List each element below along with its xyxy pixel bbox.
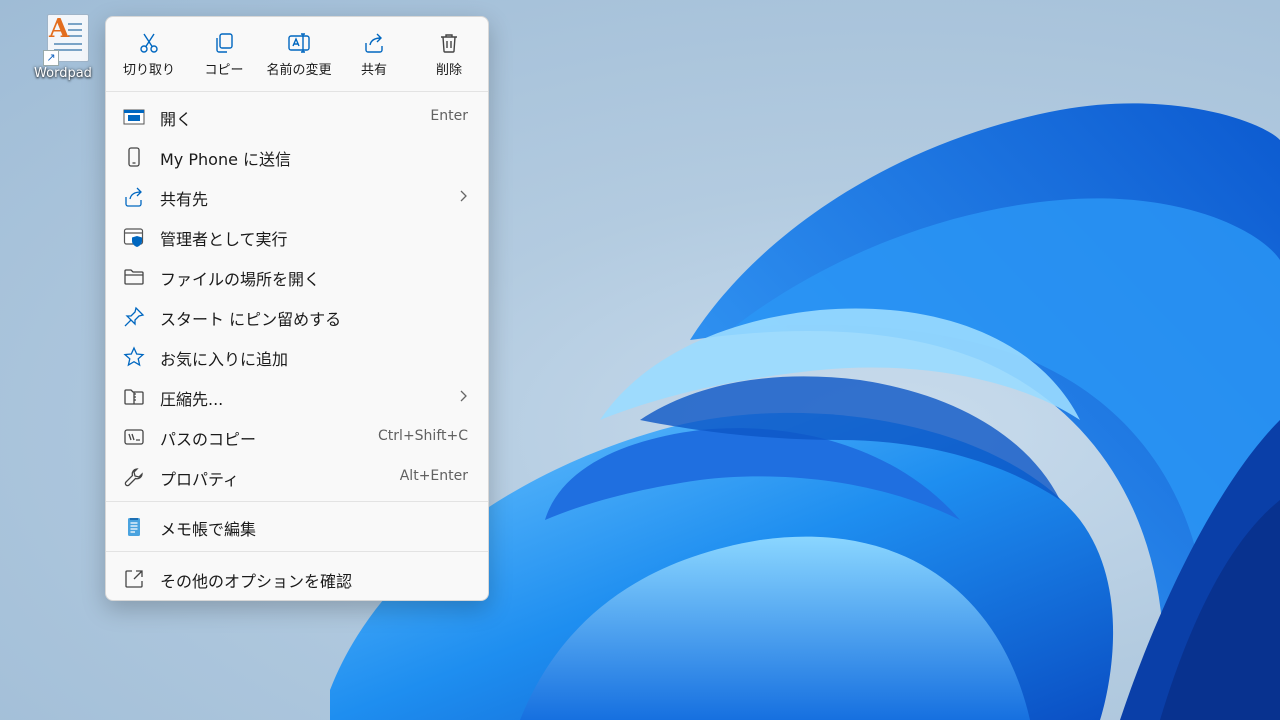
wordpad-desktop-icon[interactable]: A ↗ Wordpad bbox=[28, 12, 98, 81]
menu-item-edit-in-notepad[interactable]: メモ帳で編集 bbox=[112, 507, 482, 545]
menu-item-label: 開く bbox=[160, 110, 193, 129]
menu-item-add-to-favorites[interactable]: お気に入りに追加 bbox=[112, 337, 482, 375]
delete-label: 削除 bbox=[435, 63, 462, 78]
menu-item-label: 圧縮先... bbox=[160, 390, 224, 409]
menu-item-label: その他のオプションを確認 bbox=[160, 572, 353, 591]
more-options-icon bbox=[125, 570, 143, 588]
shortcut-label: Ctrl+Shift+C bbox=[378, 428, 468, 444]
wordpad-letter-icon: A bbox=[49, 14, 70, 44]
separator bbox=[106, 91, 488, 92]
menu-item-label: プロパティ bbox=[160, 470, 240, 489]
quick-actions-bar: 切り取り コピー 名前の変更 共有 削除 bbox=[106, 17, 488, 91]
menu-item-open[interactable]: 開く Enter bbox=[112, 97, 482, 135]
separator bbox=[106, 551, 488, 552]
desktop-icon-label: Wordpad bbox=[34, 66, 92, 81]
context-menu: 切り取り コピー 名前の変更 共有 削除 開く Enter My Phone に… bbox=[105, 16, 489, 601]
menu-item-share-to[interactable]: 共有先 bbox=[112, 177, 482, 215]
shortcut-arrow-icon: ↗ bbox=[43, 50, 59, 66]
wrench-icon bbox=[124, 468, 143, 487]
scissors-icon bbox=[140, 33, 158, 53]
cut-label: 切り取り bbox=[122, 63, 175, 78]
delete-button[interactable]: 削除 bbox=[411, 27, 487, 87]
share-icon bbox=[365, 33, 383, 53]
menu-item-label: スタート にピン留めする bbox=[160, 310, 342, 329]
menu-item-label: 管理者として実行 bbox=[160, 230, 288, 249]
shortcut-label: Enter bbox=[430, 108, 468, 124]
share-label: 共有 bbox=[360, 63, 387, 78]
share-to-icon bbox=[125, 187, 142, 207]
chevron-right-icon bbox=[460, 390, 467, 402]
menu-item-show-more-options[interactable]: その他のオプションを確認 bbox=[112, 559, 482, 597]
menu-item-open-file-location[interactable]: ファイルの場所を開く bbox=[112, 257, 482, 295]
menu-item-label: 共有先 bbox=[160, 190, 209, 209]
rename-label: 名前の変更 bbox=[266, 63, 332, 78]
menu-item-label: メモ帳で編集 bbox=[160, 520, 257, 539]
open-app-icon bbox=[123, 109, 145, 125]
folder-icon bbox=[124, 269, 144, 285]
copy-icon bbox=[216, 33, 233, 53]
menu-item-copy-path[interactable]: パスのコピー Ctrl+Shift+C bbox=[112, 417, 482, 455]
menu-item-pin-to-start[interactable]: スタート にピン留めする bbox=[112, 297, 482, 335]
menu-item-label: お気に入りに追加 bbox=[160, 350, 289, 369]
menu-item-label: ファイルの場所を開く bbox=[160, 270, 321, 289]
chevron-right-icon bbox=[460, 190, 467, 202]
shortcut-label: Alt+Enter bbox=[399, 468, 468, 484]
notepad-icon bbox=[128, 518, 140, 536]
copy-button[interactable]: コピー bbox=[186, 27, 262, 87]
admin-shield-icon bbox=[123, 228, 144, 247]
cut-button[interactable]: 切り取り bbox=[111, 27, 187, 87]
copy-label: コピー bbox=[204, 63, 244, 78]
menu-item-send-to-phone[interactable]: My Phone に送信 bbox=[112, 137, 482, 175]
menu-item-compress-to[interactable]: 圧縮先... bbox=[112, 377, 482, 415]
phone-icon bbox=[128, 147, 140, 167]
menu-item-run-as-admin[interactable]: 管理者として実行 bbox=[112, 217, 482, 255]
menu-item-label: My Phone に送信 bbox=[160, 150, 292, 169]
share-button[interactable]: 共有 bbox=[336, 27, 412, 87]
rename-icon bbox=[288, 33, 310, 53]
zip-folder-icon bbox=[124, 389, 144, 405]
trash-icon bbox=[441, 34, 457, 53]
rename-button[interactable]: 名前の変更 bbox=[261, 27, 337, 87]
menu-item-properties[interactable]: プロパティ Alt+Enter bbox=[112, 457, 482, 495]
copy-path-icon bbox=[124, 429, 144, 445]
wordpad-app-icon: A ↗ bbox=[39, 12, 89, 66]
star-icon bbox=[123, 346, 145, 367]
menu-item-label: パスのコピー bbox=[160, 430, 257, 449]
separator bbox=[106, 501, 488, 502]
pin-icon bbox=[124, 306, 145, 327]
